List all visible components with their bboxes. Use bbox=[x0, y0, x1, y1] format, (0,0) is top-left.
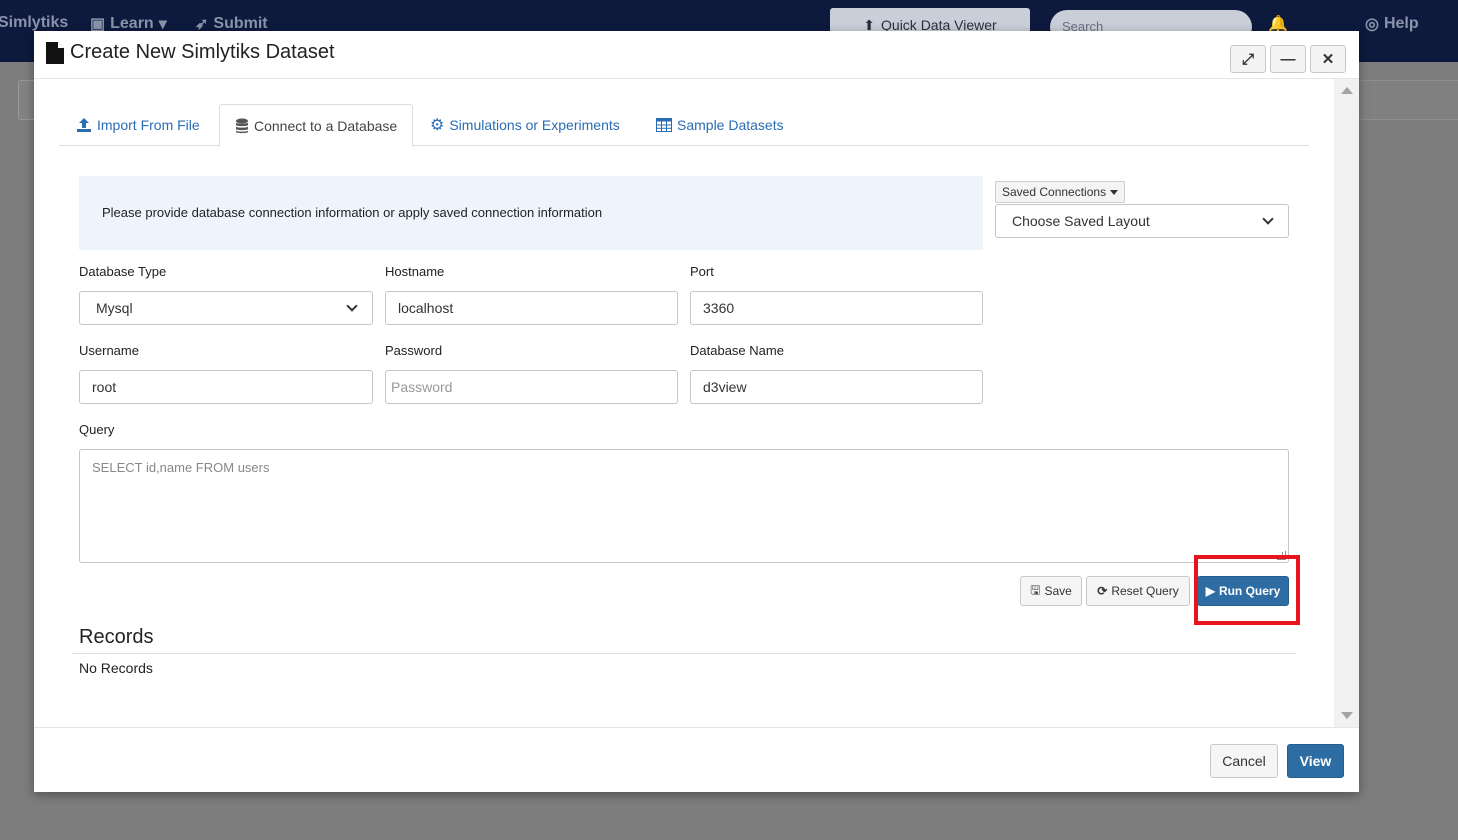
database-name-input[interactable]: d3view bbox=[690, 370, 983, 404]
records-heading: Records bbox=[79, 626, 154, 648]
lifebuoy-icon: ◎ bbox=[1365, 16, 1379, 33]
annotation-highlight-box bbox=[1194, 555, 1300, 625]
modal-footer: Cancel View bbox=[34, 727, 1359, 792]
database-type-label: Database Type bbox=[79, 264, 167, 279]
hostname-label: Hostname bbox=[385, 264, 445, 279]
expand-icon: ⤢ bbox=[1241, 50, 1254, 68]
table-icon bbox=[656, 118, 672, 132]
help-label: Help bbox=[1383, 15, 1419, 32]
query-textarea[interactable]: SELECT id,name FROM users bbox=[79, 449, 1289, 563]
chevron-down-icon bbox=[1262, 213, 1274, 225]
file-icon bbox=[46, 41, 64, 64]
saved-connections-dropdown[interactable]: Saved Connections bbox=[995, 181, 1126, 203]
help-link[interactable]: ◎ Help bbox=[1365, 14, 1419, 34]
password-input[interactable]: Password bbox=[385, 370, 678, 404]
port-label: Port bbox=[690, 264, 714, 279]
tab-label: Sample Datasets bbox=[677, 117, 784, 133]
close-icon: ✕ bbox=[1321, 51, 1335, 68]
saved-layout-select[interactable]: Choose Saved Layout bbox=[995, 204, 1289, 238]
chevron-down-icon bbox=[346, 300, 358, 312]
query-label: Query bbox=[79, 422, 115, 437]
tab-connect-database[interactable]: Connect to a Database bbox=[219, 104, 414, 147]
dataset-source-tabs: Import From File Connect to a Database ⚙… bbox=[59, 104, 1309, 147]
records-divider bbox=[72, 653, 1296, 654]
modal-header: Create New Simlytiks Dataset ⤢ — ✕ bbox=[34, 31, 1359, 79]
nav-brand[interactable]: Simlytiks bbox=[0, 14, 68, 32]
save-label: Save bbox=[1044, 584, 1072, 598]
connection-info-alert: Please provide database connection infor… bbox=[79, 176, 983, 250]
database-name-label: Database Name bbox=[690, 343, 784, 358]
reset-query-button[interactable]: ⟳ Reset Query bbox=[1086, 576, 1190, 606]
save-query-button[interactable]: 🖫 Save bbox=[1020, 576, 1082, 606]
refresh-icon: ⟳ bbox=[1097, 584, 1108, 598]
saved-connections-label: Saved Connections bbox=[1002, 185, 1107, 199]
tab-label: Import From File bbox=[97, 117, 200, 133]
background-toolbar bbox=[1359, 80, 1458, 120]
reset-query-label: Reset Query bbox=[1111, 584, 1179, 598]
modal-scrollbar[interactable] bbox=[1334, 79, 1359, 727]
upload-icon bbox=[77, 118, 91, 132]
maximize-button[interactable]: ⤢ bbox=[1230, 45, 1266, 73]
tab-label: Connect to a Database bbox=[254, 117, 398, 134]
database-icon bbox=[236, 118, 248, 133]
scroll-down-arrow-icon[interactable] bbox=[1341, 712, 1353, 719]
tab-label: Simulations or Experiments bbox=[449, 117, 620, 133]
minimize-button[interactable]: — bbox=[1270, 45, 1306, 73]
cancel-button[interactable]: Cancel bbox=[1210, 744, 1278, 778]
database-type-select[interactable]: Mysql bbox=[79, 291, 373, 325]
username-label: Username bbox=[79, 343, 139, 358]
username-input[interactable]: root bbox=[79, 370, 373, 404]
tab-sample-datasets[interactable]: Sample Datasets bbox=[641, 104, 799, 146]
minus-icon: — bbox=[1280, 50, 1296, 68]
gear-icon: ⚙ bbox=[430, 117, 445, 134]
password-label: Password bbox=[385, 343, 443, 358]
saved-layout-value: Choose Saved Layout bbox=[1012, 213, 1150, 229]
tab-import-from-file[interactable]: Import From File bbox=[61, 104, 215, 146]
records-empty-message: No Records bbox=[79, 660, 153, 676]
database-type-value: Mysql bbox=[96, 300, 133, 316]
modal-title-text: Create New Simlytiks Dataset bbox=[70, 41, 335, 63]
view-button[interactable]: View bbox=[1287, 744, 1344, 778]
hostname-input[interactable]: localhost bbox=[385, 291, 678, 325]
scroll-up-arrow-icon[interactable] bbox=[1341, 87, 1353, 94]
close-button[interactable]: ✕ bbox=[1310, 45, 1346, 73]
caret-down-icon bbox=[1110, 189, 1119, 195]
query-placeholder: SELECT id,name FROM users bbox=[92, 460, 270, 475]
modal-title: Create New Simlytiks Dataset bbox=[46, 41, 335, 64]
floppy-disk-icon: 🖫 bbox=[1030, 582, 1041, 597]
create-dataset-modal: Create New Simlytiks Dataset ⤢ — ✕ Impor… bbox=[34, 31, 1359, 792]
port-input[interactable]: 3360 bbox=[690, 291, 983, 325]
tab-simulations-experiments[interactable]: ⚙ Simulations or Experiments bbox=[415, 104, 635, 146]
